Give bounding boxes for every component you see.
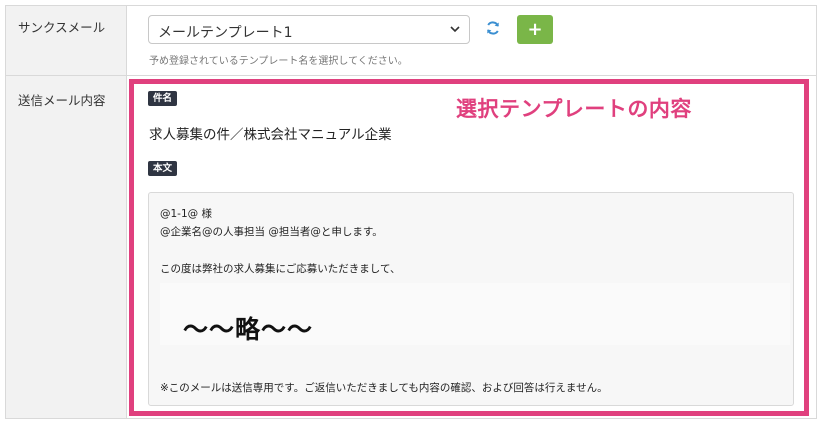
selected-template-callout: 選択テンプレートの内容 bbox=[456, 97, 692, 121]
body-badge: 本文 bbox=[148, 161, 178, 176]
send-content-label: 送信メール内容 bbox=[18, 93, 106, 108]
omitted-marker: 〜〜略〜〜 bbox=[183, 315, 314, 344]
label-column: サンクスメール 送信メール内容 bbox=[6, 6, 127, 418]
row-divider bbox=[6, 75, 816, 76]
add-template-button[interactable]: + bbox=[517, 15, 553, 44]
body-line: @企業名@の人事担当 @担当者@と申します。 bbox=[160, 226, 383, 238]
template-select[interactable]: メールテンプレート1 bbox=[148, 15, 470, 44]
refresh-icon[interactable] bbox=[485, 20, 501, 36]
body-line: @1-1@ 様 bbox=[160, 208, 212, 220]
body-line: ※このメールは送信専用です。ご返信いただきましても内容の確認、および回答は行えま… bbox=[160, 382, 608, 394]
chevron-down-icon bbox=[450, 26, 460, 33]
body-line: この度は弊社の求人募集にご応募いただきまして、 bbox=[160, 263, 401, 275]
subject-badge: 件名 bbox=[148, 91, 178, 106]
email-subject: 求人募集の件／株式会社マニュアル企業 bbox=[149, 127, 392, 143]
plus-icon: + bbox=[527, 19, 543, 40]
template-select-value: メールテンプレート1 bbox=[158, 25, 293, 41]
email-body-box: @1-1@ 様 @企業名@の人事担当 @担当者@と申します。 この度は弊社の求人… bbox=[148, 192, 794, 406]
select-help-text: 予め登録されているテンプレート名を選択してください。 bbox=[149, 56, 408, 67]
thanks-mail-label: サンクスメール bbox=[18, 20, 106, 35]
